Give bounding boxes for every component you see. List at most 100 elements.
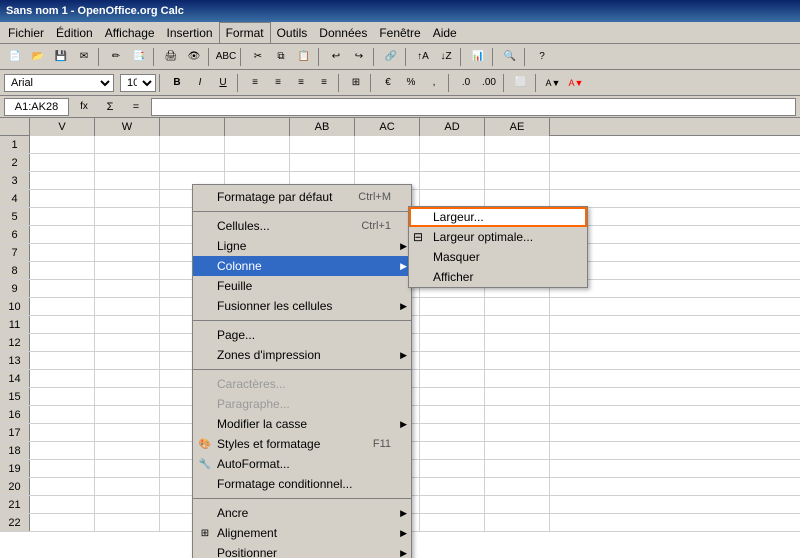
cell[interactable] (95, 388, 160, 406)
cell[interactable] (485, 352, 550, 370)
menu-fenetre[interactable]: Fenêtre (373, 22, 426, 43)
menu-donnees[interactable]: Données (313, 22, 373, 43)
email-btn[interactable]: ✉ (73, 47, 95, 67)
format-item-positionner[interactable]: Positionner ▶ (193, 543, 411, 558)
cell-reference[interactable] (4, 98, 69, 116)
bg-color-btn[interactable]: A▼ (542, 73, 564, 93)
cell[interactable] (160, 136, 225, 154)
cell[interactable] (485, 424, 550, 442)
cell[interactable] (485, 388, 550, 406)
cell[interactable] (30, 460, 95, 478)
cell[interactable] (420, 352, 485, 370)
justify-btn[interactable]: ≡ (313, 73, 335, 93)
submenu-largeur[interactable]: Largeur... (409, 207, 587, 227)
cell[interactable] (30, 226, 95, 244)
cell[interactable] (30, 136, 95, 154)
cell[interactable] (420, 496, 485, 514)
menu-affichage[interactable]: Affichage (99, 22, 161, 43)
spellcheck-btn[interactable]: ABC (215, 47, 237, 67)
cell[interactable] (30, 424, 95, 442)
menu-format[interactable]: Format (219, 22, 271, 43)
format-item-cells[interactable]: Cellules... Ctrl+1 (193, 216, 411, 236)
format-item-ligne[interactable]: Ligne ▶ (193, 236, 411, 256)
chart-btn[interactable]: 📊 (467, 47, 489, 67)
redo-btn[interactable]: ↪ (348, 47, 370, 67)
cell[interactable] (30, 514, 95, 532)
format-item-casse[interactable]: Modifier la casse ▶ (193, 414, 411, 434)
help-btn[interactable]: ? (531, 47, 553, 67)
cell[interactable] (420, 298, 485, 316)
cell[interactable] (290, 154, 355, 172)
format-item-colonne[interactable]: Colonne ▶ (193, 256, 411, 276)
cell[interactable] (485, 334, 550, 352)
save-btn[interactable]: 💾 (50, 47, 72, 67)
sort-desc-btn[interactable]: ↓Z (435, 47, 457, 67)
font-color-btn[interactable]: A▼ (565, 73, 587, 93)
pdf-btn[interactable]: 📑 (128, 47, 150, 67)
cell[interactable] (95, 424, 160, 442)
cell[interactable] (30, 316, 95, 334)
cell[interactable] (485, 442, 550, 460)
sort-asc-btn[interactable]: ↑A (412, 47, 434, 67)
cell[interactable] (30, 478, 95, 496)
cell[interactable] (95, 172, 160, 190)
cell[interactable] (485, 496, 550, 514)
cell[interactable] (485, 406, 550, 424)
cell[interactable] (485, 316, 550, 334)
cell[interactable] (420, 154, 485, 172)
cell[interactable] (30, 172, 95, 190)
cell[interactable] (485, 460, 550, 478)
cell[interactable] (30, 298, 95, 316)
format-item-conditionnel[interactable]: Formatage conditionnel... (193, 474, 411, 494)
cell[interactable] (355, 154, 420, 172)
cell[interactable] (95, 136, 160, 154)
menu-outils[interactable]: Outils (271, 22, 314, 43)
cell[interactable] (485, 478, 550, 496)
cell[interactable] (95, 298, 160, 316)
bold-btn[interactable]: B (166, 73, 188, 93)
font-select[interactable]: Arial (4, 74, 114, 92)
cell[interactable] (420, 388, 485, 406)
cell[interactable] (485, 172, 550, 190)
cell[interactable] (95, 280, 160, 298)
cell[interactable] (30, 442, 95, 460)
hyperlink-btn[interactable]: 🔗 (380, 47, 402, 67)
cell[interactable] (420, 172, 485, 190)
dec-dec-btn[interactable]: .0 (455, 73, 477, 93)
cell[interactable] (420, 514, 485, 532)
cell[interactable] (485, 136, 550, 154)
submenu-masquer[interactable]: Masquer (409, 247, 587, 267)
align-center-btn[interactable]: ≡ (267, 73, 289, 93)
cell[interactable] (30, 262, 95, 280)
cell[interactable] (95, 352, 160, 370)
cell[interactable] (95, 406, 160, 424)
cell[interactable] (30, 208, 95, 226)
menu-fichier[interactable]: Fichier (2, 22, 50, 43)
cell[interactable] (30, 388, 95, 406)
cell[interactable] (420, 334, 485, 352)
cell[interactable] (30, 496, 95, 514)
format-item-default[interactable]: Formatage par défaut Ctrl+M (193, 187, 411, 207)
copy-btn[interactable]: ⧉ (270, 47, 292, 67)
cell[interactable] (95, 478, 160, 496)
sum-btn[interactable]: Σ (99, 97, 121, 117)
cell[interactable] (225, 136, 290, 154)
paste-btn[interactable]: 📋 (293, 47, 315, 67)
cell[interactable] (95, 208, 160, 226)
thousands-btn[interactable]: , (423, 73, 445, 93)
cell[interactable] (30, 280, 95, 298)
format-item-styles[interactable]: 🎨 Styles et formatage F11 (193, 434, 411, 454)
cell[interactable] (485, 298, 550, 316)
menu-aide[interactable]: Aide (427, 22, 463, 43)
format-item-feuille[interactable]: Feuille (193, 276, 411, 296)
cell[interactable] (225, 154, 290, 172)
format-item-alignement[interactable]: ⊞ Alignement ▶ (193, 523, 411, 543)
new-btn[interactable]: 📄 (4, 47, 26, 67)
format-item-ancre[interactable]: Ancre ▶ (193, 503, 411, 523)
zoom-btn[interactable]: 🔍 (499, 47, 521, 67)
cell[interactable] (95, 442, 160, 460)
cell[interactable] (355, 136, 420, 154)
underline-btn[interactable]: U (212, 73, 234, 93)
edit-btn[interactable]: ✏ (105, 47, 127, 67)
cell[interactable] (160, 154, 225, 172)
